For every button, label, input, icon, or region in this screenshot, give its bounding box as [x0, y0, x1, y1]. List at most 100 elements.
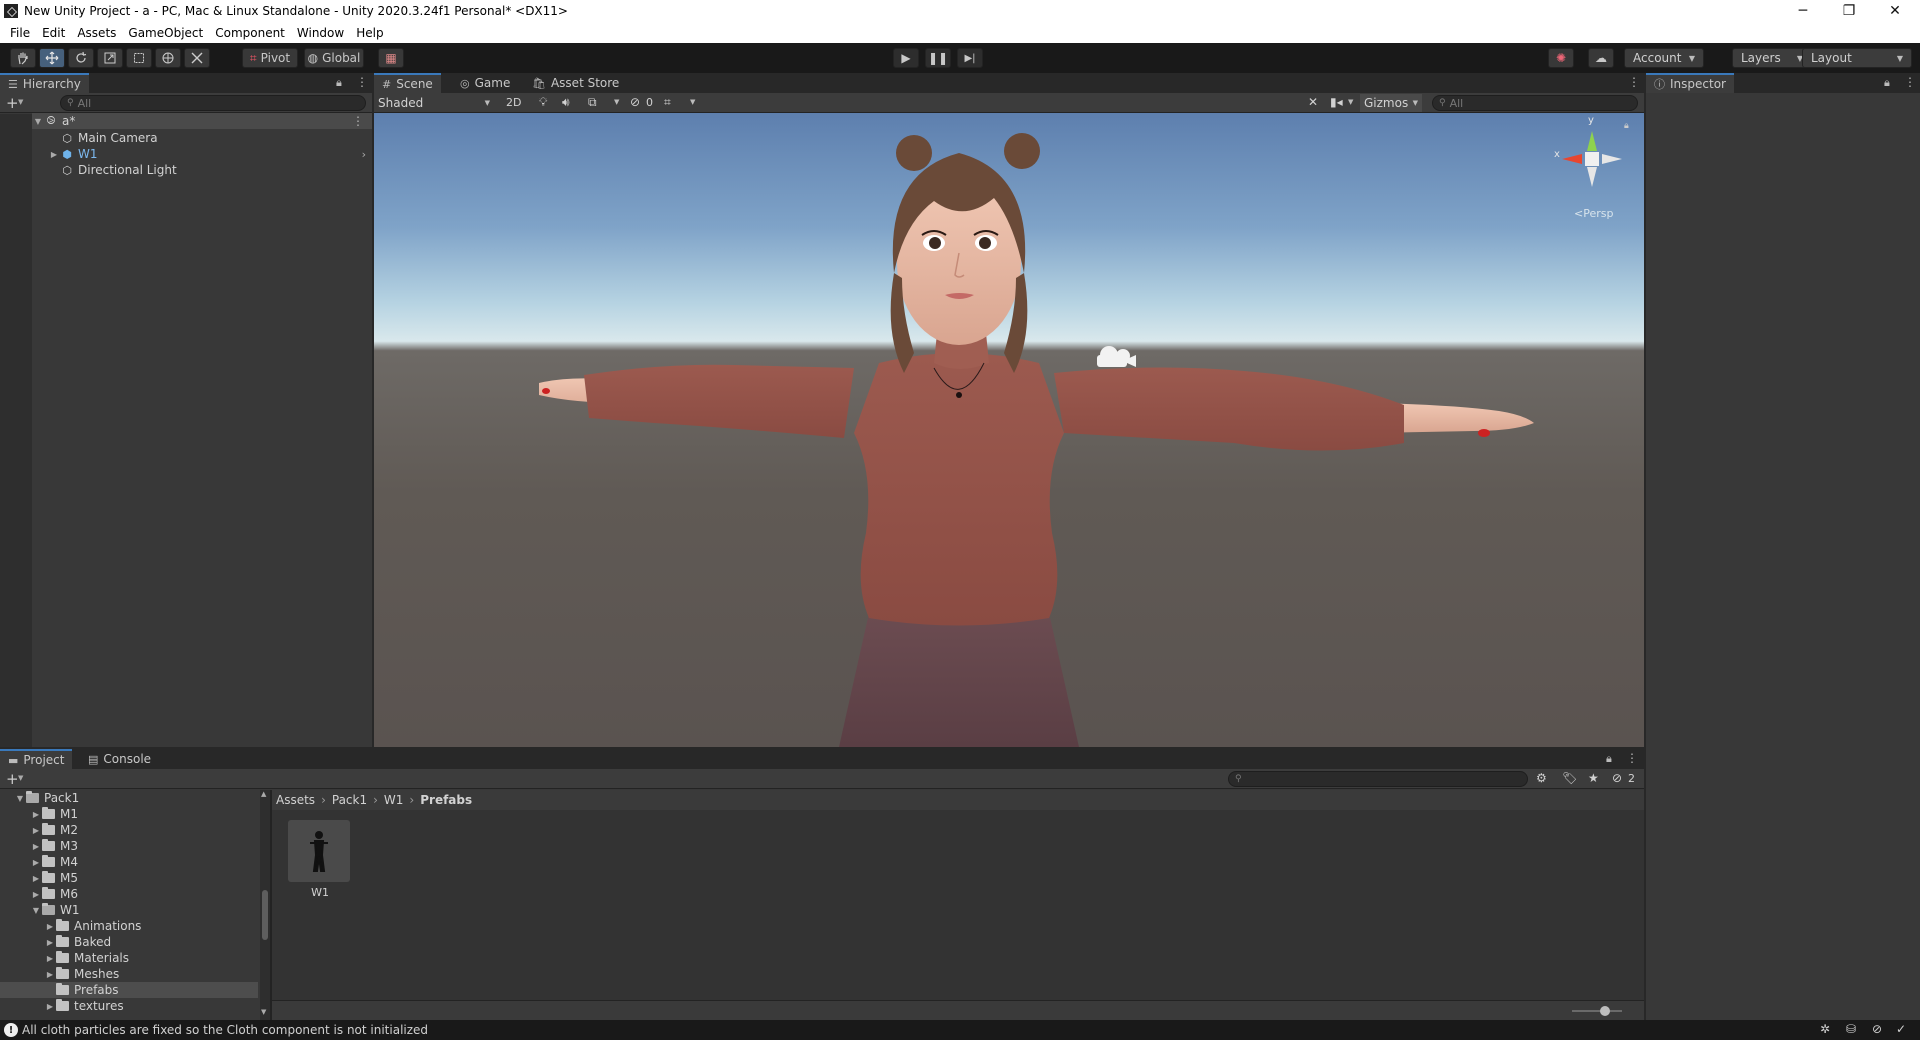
tab-inspector[interactable]: ⓘ Inspector	[1646, 73, 1734, 93]
play-button[interactable]: ▶	[893, 48, 919, 68]
gizmos-dropdown[interactable]: Gizmos ▼	[1360, 94, 1422, 112]
folder-m2[interactable]: ▶ M2	[30, 822, 78, 838]
tab-console[interactable]: ▤ Console	[80, 749, 159, 769]
chevron-right-icon[interactable]: ›	[362, 148, 366, 161]
expand-arrow-icon[interactable]: ▶	[44, 970, 56, 979]
collab-button[interactable]: ✺	[1548, 48, 1574, 68]
expand-arrow-icon[interactable]: ▼	[14, 794, 26, 803]
folder-baked[interactable]: ▶ Baked	[44, 934, 111, 950]
rotate-tool-button[interactable]	[68, 48, 94, 68]
mode-2d-toggle[interactable]: 2D	[506, 96, 521, 109]
kebab-menu-icon[interactable]: ⋮	[352, 114, 364, 128]
camera-gizmo-icon[interactable]	[1097, 346, 1136, 367]
folder-meshes[interactable]: ▶ Meshes	[44, 966, 119, 982]
expand-arrow-icon[interactable]: ▶	[44, 954, 56, 963]
step-button[interactable]: ▶|	[957, 48, 983, 68]
scale-tool-button[interactable]	[97, 48, 123, 68]
hierarchy-item-directional-light[interactable]: ⬡ Directional Light	[48, 162, 176, 178]
tab-scene[interactable]: # Scene	[374, 73, 441, 93]
rect-tool-button[interactable]	[126, 48, 152, 68]
scroll-up-icon[interactable]: ▲	[261, 790, 266, 798]
folder-m5[interactable]: ▶ M5	[30, 870, 78, 886]
folder-m1[interactable]: ▶ M1	[30, 806, 78, 822]
lock-icon[interactable]: 🔒︎	[1606, 752, 1612, 766]
hidden-packages-icon[interactable]: ⊘	[1612, 771, 1622, 785]
global-toggle[interactable]: ◍ Global	[304, 48, 364, 68]
checkmark-icon[interactable]: ✓	[1896, 1022, 1906, 1036]
expand-arrow-icon[interactable]: ▶	[44, 922, 56, 931]
expand-arrow-icon[interactable]: ▼	[30, 906, 42, 915]
lock-icon[interactable]: 🔒︎	[336, 76, 342, 90]
restore-button[interactable]: ❐	[1826, 0, 1872, 22]
orientation-gizmo[interactable]: y x 🔒︎ < Persp	[1552, 115, 1632, 220]
chevron-down-icon[interactable]: ▼	[690, 98, 695, 106]
custom-tool-button[interactable]	[184, 48, 210, 68]
folder-m3[interactable]: ▶ M3	[30, 838, 78, 854]
chevron-down-icon[interactable]: ▼	[614, 98, 619, 106]
hierarchy-search-input[interactable]: ⚲ All	[60, 95, 366, 111]
folder-tree-scrollbar[interactable]: ▲ ▼	[260, 790, 270, 1020]
folder-animations[interactable]: ▶ Animations	[44, 918, 141, 934]
tools-icon[interactable]: ✕	[1308, 95, 1318, 109]
folder-m6[interactable]: ▶ M6	[30, 886, 78, 902]
lighting-toggle-icon[interactable]: 💡︎	[539, 95, 547, 110]
effects-toggle-icon[interactable]: ⧉	[588, 95, 597, 110]
menu-window[interactable]: Window	[291, 26, 350, 40]
asset-item-w1[interactable]: W1	[288, 820, 352, 904]
hand-tool-button[interactable]	[10, 48, 36, 68]
hierarchy-item-w1[interactable]: ▶ ⬢ W1 ›	[48, 146, 372, 162]
scene-search-input[interactable]: ⚲ All	[1432, 95, 1638, 111]
grid-toggle-icon[interactable]: ⌗	[664, 95, 671, 110]
menu-gameobject[interactable]: GameObject	[122, 26, 209, 40]
scene-viewport[interactable]: y x 🔒︎ < Persp	[374, 113, 1644, 747]
hierarchy-item-main-camera[interactable]: ⬡ Main Camera	[48, 130, 157, 146]
layers-dropdown[interactable]: Layers ▼	[1732, 48, 1812, 68]
shading-mode-dropdown[interactable]: Shaded ▼	[376, 94, 496, 112]
projection-toggle[interactable]: < Persp	[1574, 207, 1613, 220]
folder-w1[interactable]: ▼ W1	[30, 902, 80, 918]
tab-project[interactable]: ▬ Project	[0, 749, 73, 769]
breadcrumb-pack1[interactable]: Pack1	[332, 793, 367, 807]
chevron-down-icon[interactable]: ▼	[1348, 98, 1353, 106]
scrollbar-thumb[interactable]	[262, 890, 268, 940]
folder-pack1[interactable]: ▼ Pack1	[14, 790, 79, 806]
kebab-menu-icon[interactable]: ⋮	[1626, 751, 1638, 765]
grid-snap-button[interactable]: ▦	[378, 48, 404, 68]
tab-asset-store[interactable]: 🛍︎ Asset Store	[524, 73, 627, 93]
menu-file[interactable]: File	[4, 26, 36, 40]
move-tool-button[interactable]	[39, 48, 65, 68]
close-button[interactable]: ✕	[1872, 0, 1918, 22]
layout-dropdown[interactable]: Layout ▼	[1802, 48, 1912, 68]
scroll-down-icon[interactable]: ▼	[261, 1008, 266, 1016]
expand-arrow-icon[interactable]: ▶	[30, 858, 42, 867]
kebab-menu-icon[interactable]: ⋮	[356, 75, 368, 89]
auto-generate-lighting-icon[interactable]: ⊘	[1872, 1022, 1882, 1036]
expand-arrow-icon[interactable]: ▶	[30, 890, 42, 899]
folder-materials[interactable]: ▶ Materials	[44, 950, 129, 966]
breadcrumb-w1[interactable]: W1	[384, 793, 404, 807]
favorite-star-icon[interactable]: ★	[1588, 771, 1599, 785]
expand-arrow-icon[interactable]: ▶	[48, 150, 60, 159]
transform-tool-button[interactable]	[155, 48, 181, 68]
slider-handle[interactable]	[1600, 1006, 1610, 1016]
chevron-down-icon[interactable]: ▼	[18, 98, 23, 106]
kebab-menu-icon[interactable]: ⋮	[1628, 75, 1640, 89]
search-by-label-icon[interactable]: 🏷︎	[1562, 771, 1577, 785]
pause-button[interactable]: ❚❚	[925, 48, 951, 68]
pivot-toggle[interactable]: ⌗ Pivot	[242, 48, 298, 68]
kebab-menu-icon[interactable]: ⋮	[1904, 75, 1916, 89]
tab-game[interactable]: ◎ Game	[452, 73, 518, 93]
cloud-button[interactable]: ☁	[1588, 48, 1614, 68]
expand-arrow-icon[interactable]: ▶	[30, 810, 42, 819]
bug-icon[interactable]: ✲	[1820, 1022, 1830, 1036]
account-dropdown[interactable]: Account ▼	[1624, 48, 1704, 68]
scene-row[interactable]: ▼ ⧁ a* ⋮	[32, 113, 372, 129]
expand-arrow-icon[interactable]: ▼	[32, 117, 44, 126]
hidden-objects-icon[interactable]: ⊘	[630, 95, 640, 109]
camera-settings-icon[interactable]: ▮◂	[1330, 95, 1343, 109]
status-message[interactable]: All cloth particles are fixed so the Clo…	[22, 1023, 428, 1037]
tab-hierarchy[interactable]: ☰ Hierarchy	[0, 73, 89, 93]
folder-textures[interactable]: ▶ textures	[44, 998, 124, 1014]
folder-m4[interactable]: ▶ M4	[30, 854, 78, 870]
chevron-down-icon[interactable]: ▼	[18, 774, 23, 782]
